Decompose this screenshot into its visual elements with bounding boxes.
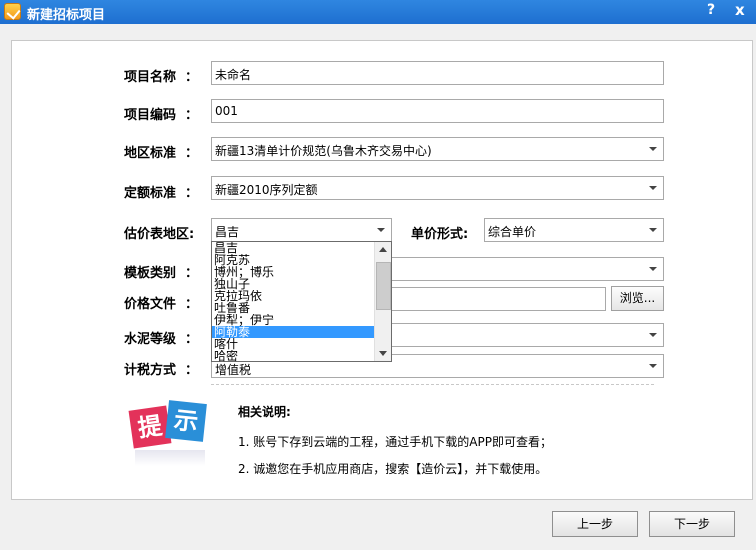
help-button[interactable]: ? bbox=[707, 2, 715, 18]
project-name-label: 项目名称 bbox=[124, 70, 177, 85]
scroll-up-icon[interactable] bbox=[375, 242, 391, 258]
price-file-label: 价格文件 bbox=[124, 297, 177, 312]
chevron-down-icon bbox=[377, 228, 385, 232]
dropdown-option[interactable]: 喀什 bbox=[212, 338, 374, 350]
dropdown-list: 昌吉 阿克苏 博州；博乐 独山子 克拉玛依 吐鲁番 伊犁；伊宁 阿勒泰 喀什 哈密 bbox=[212, 242, 391, 362]
chevron-down-icon bbox=[649, 267, 657, 271]
region-standard-value: 新疆13清单计价规范(乌鲁木齐交易中心) bbox=[215, 144, 432, 158]
dropdown-scrollbar[interactable] bbox=[374, 242, 391, 361]
divider bbox=[211, 384, 654, 385]
quota-standard-value: 新疆2010序列定额 bbox=[215, 183, 318, 197]
quota-standard-colon: ： bbox=[185, 186, 199, 201]
project-code-colon: ： bbox=[185, 108, 199, 123]
hint-tile-2: 示 bbox=[165, 400, 207, 442]
window-title: 新建招标项目 bbox=[27, 8, 106, 23]
prev-button[interactable]: 上一步 bbox=[552, 511, 638, 537]
hint-tile-1: 提 bbox=[128, 405, 172, 449]
dropdown-option[interactable]: 伊犁；伊宁 bbox=[212, 314, 374, 326]
project-name-colon: ： bbox=[185, 70, 199, 85]
hint-icon: 提 示 bbox=[128, 400, 213, 470]
next-button[interactable]: 下一步 bbox=[649, 511, 735, 537]
info-line-2: 2. 诚邀您在手机应用商店，搜索【造价云】，并下载使用。 bbox=[238, 462, 548, 476]
unit-price-form-label: 单价形式: bbox=[411, 227, 469, 242]
template-type-colon: ： bbox=[185, 266, 199, 281]
dropdown-option[interactable]: 克拉玛依 bbox=[212, 290, 374, 302]
chevron-down-icon bbox=[649, 147, 657, 151]
unit-price-form-select[interactable]: 综合单价 bbox=[484, 218, 664, 242]
browse-button[interactable]: 浏览... bbox=[611, 286, 664, 311]
cement-grade-colon: ： bbox=[185, 332, 199, 347]
cement-grade-label: 水泥等级 bbox=[124, 332, 177, 347]
dropdown-option[interactable]: 吐鲁番 bbox=[212, 302, 374, 314]
region-standard-select[interactable]: 新疆13清单计价规范(乌鲁木齐交易中心) bbox=[211, 137, 664, 161]
title-bar: 新建招标项目 ? x bbox=[0, 0, 756, 24]
template-type-label: 模板类别 bbox=[124, 266, 177, 281]
tax-method-value: 增值税 bbox=[215, 363, 252, 377]
tax-method-colon: ： bbox=[185, 363, 199, 378]
dropdown-option[interactable]: 博州；博乐 bbox=[212, 266, 374, 278]
scroll-thumb[interactable] bbox=[376, 262, 391, 310]
price-region-select[interactable]: 昌吉 bbox=[211, 218, 392, 242]
unit-price-form-value: 综合单价 bbox=[488, 225, 537, 239]
chevron-down-icon bbox=[649, 333, 657, 337]
info-title: 相关说明: bbox=[238, 405, 291, 419]
chevron-down-icon bbox=[649, 364, 657, 368]
price-file-colon: ： bbox=[185, 297, 199, 312]
info-line-1: 1. 账号下存到云端的工程，通过手机下载的APP即可查看； bbox=[238, 435, 552, 449]
scroll-down-icon[interactable] bbox=[375, 345, 391, 361]
dropdown-option[interactable]: 哈密 bbox=[212, 350, 374, 362]
close-button[interactable]: x bbox=[735, 1, 745, 19]
chevron-down-icon bbox=[649, 186, 657, 190]
app-logo-icon bbox=[4, 3, 21, 20]
region-standard-colon: ： bbox=[185, 146, 199, 161]
dropdown-option[interactable]: 独山子 bbox=[212, 278, 374, 290]
project-code-label: 项目编码 bbox=[124, 108, 177, 123]
project-name-input[interactable]: 未命名 bbox=[211, 61, 664, 85]
chevron-down-icon bbox=[649, 228, 657, 232]
dropdown-option[interactable]: 阿克苏 bbox=[212, 254, 374, 266]
price-region-dropdown[interactable]: 昌吉 阿克苏 博州；博乐 独山子 克拉玛依 吐鲁番 伊犁；伊宁 阿勒泰 喀什 哈密 bbox=[211, 241, 392, 362]
price-region-value: 昌吉 bbox=[215, 225, 240, 239]
region-standard-label: 地区标准 bbox=[124, 146, 177, 161]
tax-method-label: 计税方式 bbox=[124, 363, 177, 378]
price-region-label: 估价表地区: bbox=[124, 227, 195, 242]
quota-standard-label: 定额标准 bbox=[124, 186, 177, 201]
dropdown-option[interactable]: 昌吉 bbox=[212, 242, 374, 254]
hint-reflection bbox=[135, 450, 205, 466]
dropdown-option[interactable]: 阿勒泰 bbox=[212, 326, 374, 338]
quota-standard-select[interactable]: 新疆2010序列定额 bbox=[211, 176, 664, 200]
project-code-input[interactable]: 001 bbox=[211, 99, 664, 123]
